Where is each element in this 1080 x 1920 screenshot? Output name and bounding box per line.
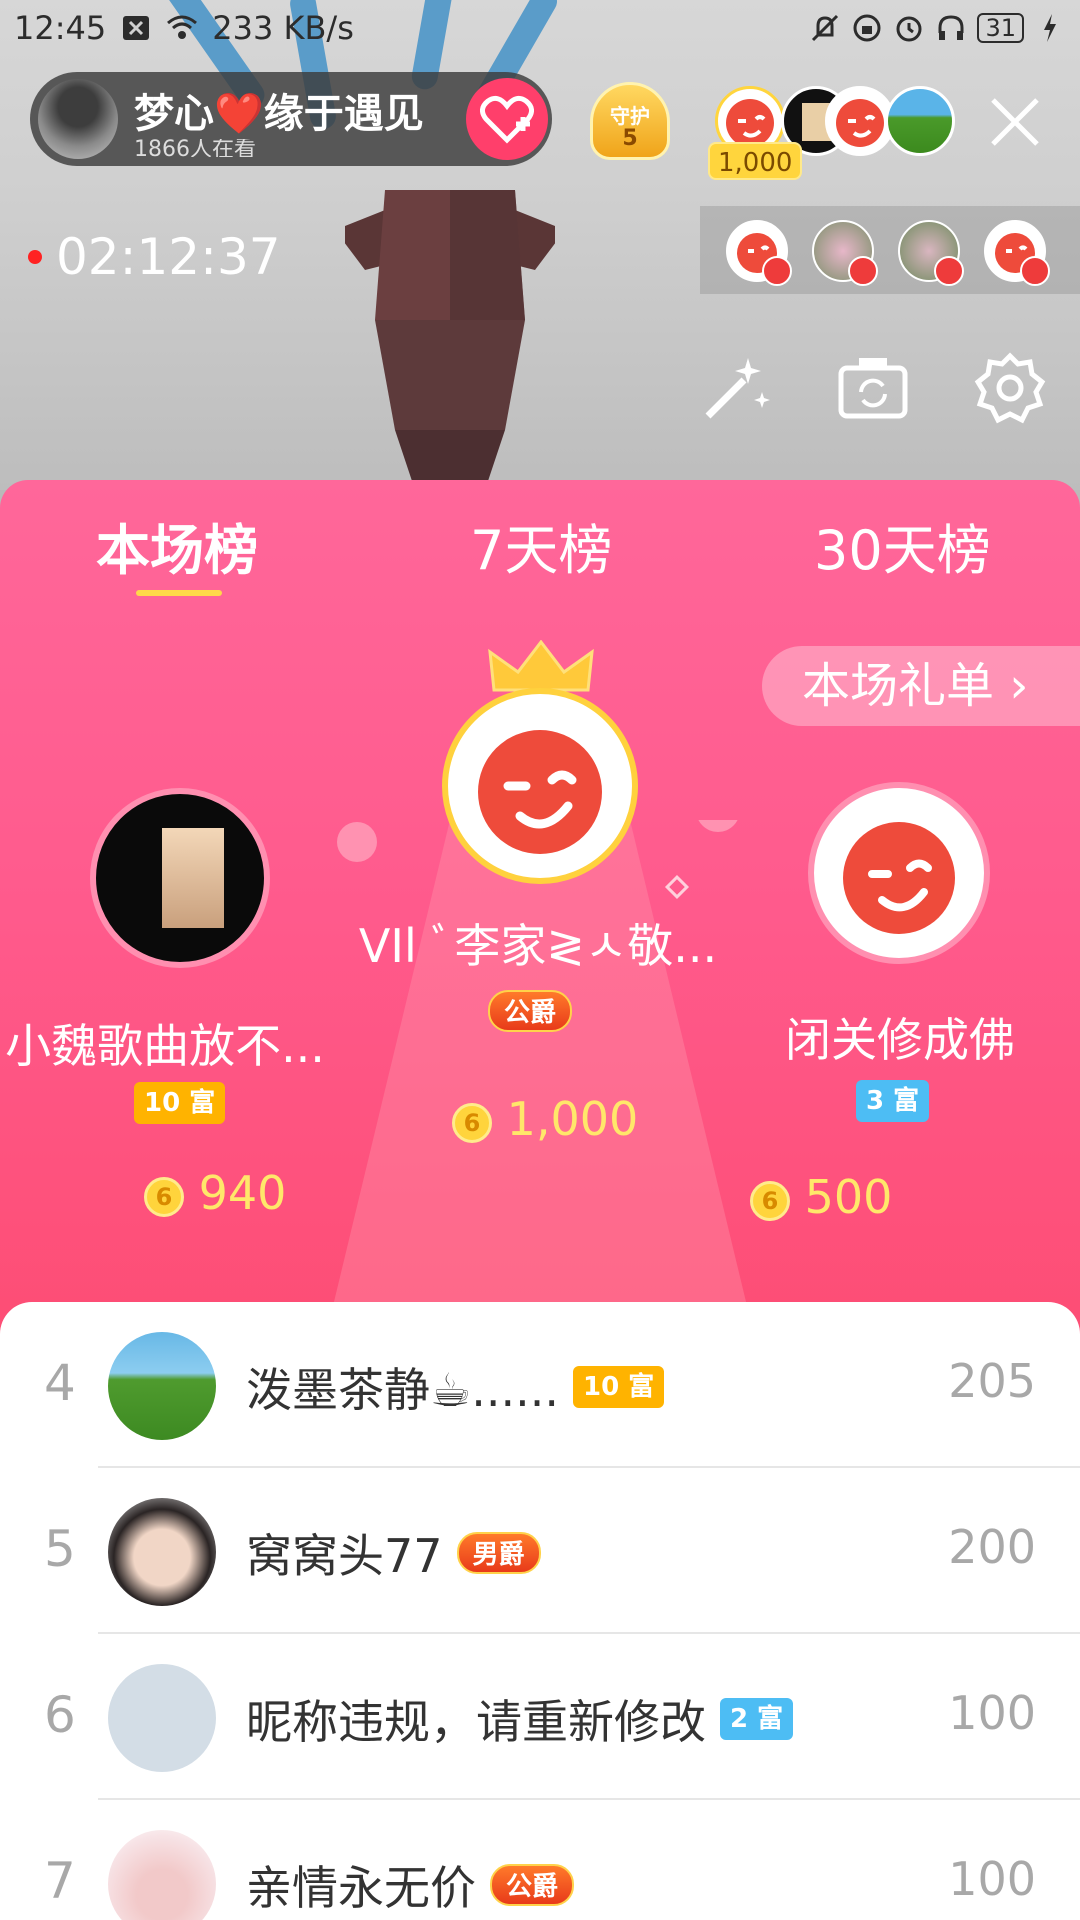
sofa-icon	[934, 256, 964, 286]
contribution-value: 200	[948, 1520, 1036, 1574]
noble-badge: 男爵	[456, 1532, 541, 1574]
rotation-lock-icon	[851, 12, 883, 44]
noble-badge: 公爵	[488, 990, 573, 1032]
rank-number: 4	[44, 1354, 76, 1412]
wifi-icon	[166, 12, 198, 44]
gift-list-button[interactable]: 本场礼单 ›	[762, 646, 1080, 726]
first-place-avatar[interactable]	[442, 688, 638, 884]
seat-avatar[interactable]	[898, 220, 964, 286]
close-icon[interactable]	[985, 92, 1045, 152]
host-info-pill[interactable]: 梦心❤️缘于遇见 1866人在看	[30, 72, 552, 166]
third-place-avatar[interactable]	[808, 782, 990, 964]
list-item[interactable]: 5 窝窝头77 男爵 200	[0, 1468, 1080, 1634]
second-place-amount: 940	[198, 1166, 287, 1220]
network-speed: 233 KB/s	[212, 9, 354, 47]
heart-plus-icon	[480, 95, 534, 144]
camera-flip-icon[interactable]	[835, 350, 911, 426]
live-duration: 02:12:37	[56, 228, 281, 286]
viewer-count: 1866人在看	[134, 139, 256, 157]
alarm-icon	[893, 12, 925, 44]
headphones-icon	[935, 12, 967, 44]
avatar[interactable]	[108, 1830, 216, 1920]
coin-icon: 6	[144, 1176, 184, 1217]
seat-strip	[700, 206, 1080, 294]
rich-badge: 10 富	[134, 1082, 226, 1124]
contribution-value: 100	[948, 1852, 1036, 1906]
contribution-value: 205	[948, 1354, 1036, 1408]
third-place-amount: 500	[804, 1170, 893, 1224]
list-item[interactable]: 7 亲情永无价 公爵 100	[0, 1800, 1080, 1920]
first-place-name: VIl ﾞ李家≷ㅅ敬...	[358, 919, 718, 973]
third-place-name: 闭关修成佛	[785, 1013, 1015, 1067]
avatar[interactable]	[108, 1332, 216, 1440]
user-name-row: 亲情永无价 公爵	[246, 1852, 575, 1918]
battery-level: 31	[977, 13, 1024, 43]
host-avatar[interactable]	[38, 79, 118, 159]
sim-off-icon	[120, 12, 152, 44]
user-name: 泼墨茶静☕......	[246, 1363, 559, 1417]
rich-badge: 2 富	[720, 1698, 794, 1740]
top-viewer-contribution: 1,000	[708, 142, 803, 180]
rank-number: 5	[44, 1520, 76, 1578]
guard-badge[interactable]: 守护 5	[585, 82, 675, 166]
contribution-value: 100	[948, 1686, 1036, 1740]
top-viewer-avatar[interactable]	[885, 86, 955, 156]
list-item[interactable]: 4 泼墨茶静☕...... 10 富 205	[0, 1302, 1080, 1468]
rank-number: 6	[44, 1686, 76, 1744]
guard-label: 守护	[610, 104, 650, 128]
ranking-list: 4 泼墨茶静☕...... 10 富 205 5 窝窝头77 男爵 200 6 …	[0, 1302, 1080, 1920]
second-place-avatar[interactable]	[90, 788, 270, 968]
avatar[interactable]	[108, 1664, 216, 1772]
rich-badge: 3 富	[856, 1080, 930, 1122]
second-place-name: 小魏歌曲放不...	[5, 1019, 325, 1073]
sofa-icon	[1020, 256, 1050, 286]
user-name-row: 昵称违规，请重新修改 2 富	[246, 1686, 794, 1752]
seat-avatar[interactable]	[726, 220, 792, 286]
host-name: 梦心❤️缘于遇见	[134, 91, 424, 137]
first-place-noble-badge: 公爵	[488, 990, 573, 1032]
noble-badge: 公爵	[490, 1864, 575, 1906]
live-dot-icon	[28, 250, 42, 264]
avatar[interactable]	[108, 1498, 216, 1606]
magic-wand-icon[interactable]	[698, 350, 774, 426]
mute-bell-icon	[809, 12, 841, 44]
rich-badge: 10 富	[572, 1366, 665, 1408]
guard-level: 5	[622, 126, 638, 151]
coin-icon: 6	[750, 1180, 790, 1221]
rank-number: 7	[44, 1852, 76, 1910]
first-place-amount: 1,000	[506, 1092, 639, 1146]
user-name: 昵称违规，请重新修改	[246, 1695, 706, 1749]
coin-icon: 6	[452, 1102, 492, 1143]
status-bar: 12:45 233 KB/s 31	[0, 0, 1080, 56]
user-name: 窝窝头77	[246, 1529, 443, 1583]
list-item[interactable]: 6 昵称违规，请重新修改 2 富 100	[0, 1634, 1080, 1800]
second-place-value: 6 940	[144, 1166, 286, 1220]
deer-head-decoration	[345, 190, 555, 490]
sofa-icon	[848, 256, 878, 286]
user-name: 亲情永无价	[246, 1861, 476, 1915]
seat-avatar[interactable]	[812, 220, 878, 286]
third-place-rich-badge: 3 富	[856, 1080, 930, 1122]
live-timer: 02:12:37	[28, 228, 281, 286]
clock: 12:45	[14, 9, 107, 47]
second-place-rich-badge: 10 富	[134, 1082, 226, 1124]
follow-button[interactable]	[466, 78, 548, 160]
charging-icon	[1034, 12, 1066, 44]
sofa-icon	[762, 256, 792, 286]
user-name-row: 窝窝头77 男爵	[246, 1520, 541, 1586]
third-place-value: 6 500	[750, 1170, 892, 1224]
first-place-value: 6 1,000	[452, 1092, 638, 1146]
settings-gear-icon[interactable]	[972, 350, 1048, 426]
user-name-row: 泼墨茶静☕...... 10 富	[246, 1354, 665, 1420]
seat-avatar[interactable]	[984, 220, 1050, 286]
